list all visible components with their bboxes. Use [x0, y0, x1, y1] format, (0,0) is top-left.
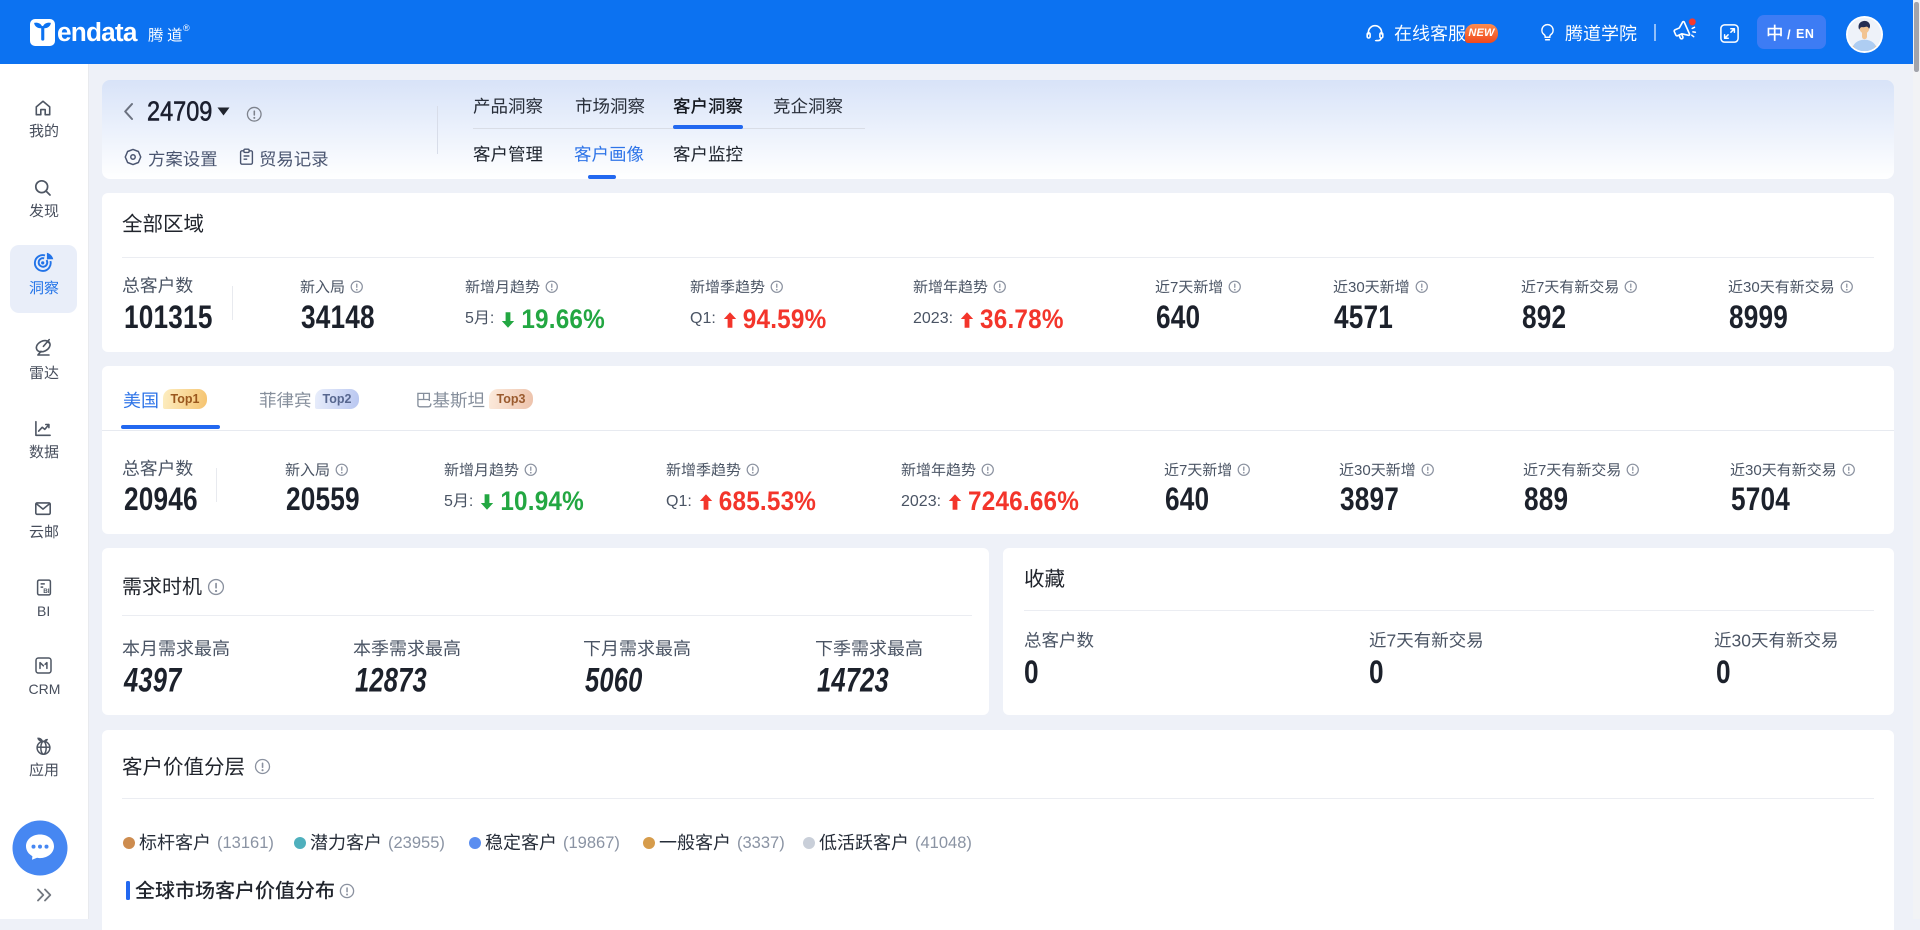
svg-text:BI: BI [43, 588, 50, 595]
svg-text:7: 7 [1536, 279, 1544, 296]
svg-text:2023:: 2023: [901, 493, 941, 510]
svg-text:5: 5 [465, 310, 474, 327]
svg-text::: : [469, 493, 473, 510]
svg-text:Q1:: Q1: [690, 310, 716, 327]
svg-text:7: 7 [1538, 462, 1546, 479]
svg-text::: : [490, 310, 494, 327]
svg-text:2023:: 2023: [913, 310, 953, 327]
svg-text:30: 30 [1745, 462, 1762, 479]
svg-text:30: 30 [1732, 630, 1752, 650]
svg-text:30: 30 [1348, 279, 1365, 296]
svg-text:Q1:: Q1: [666, 493, 692, 510]
svg-text:7: 7 [1387, 630, 1397, 650]
svg-text:30: 30 [1354, 462, 1371, 479]
svg-text:7: 7 [1170, 279, 1178, 296]
svg-text:7: 7 [1179, 462, 1187, 479]
svg-text:30: 30 [1743, 279, 1760, 296]
svg-text:5: 5 [444, 493, 453, 510]
